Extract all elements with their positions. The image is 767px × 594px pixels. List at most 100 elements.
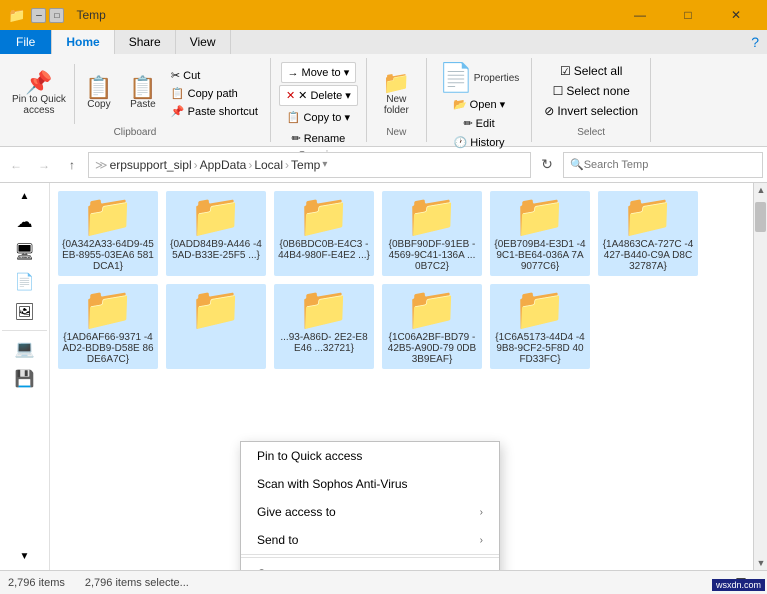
list-item[interactable]: 📁 {0ADD84B9-A446 -45AD-B33E-25F5 ...} bbox=[166, 191, 266, 276]
sidebar-divider bbox=[2, 330, 47, 331]
new-folder-btn[interactable]: 📁 Newfolder bbox=[376, 70, 416, 118]
ctx-give-access[interactable]: Give access to › bbox=[241, 498, 499, 526]
close-btn[interactable]: ✕ bbox=[713, 0, 759, 30]
path-appdata[interactable]: AppData bbox=[200, 158, 247, 172]
sidebar-docs-item[interactable]: 📄 bbox=[2, 268, 47, 296]
ribbon-body: 📌 Pin to Quickaccess 📋 Copy 📋 Paste ✂ Cu… bbox=[0, 54, 767, 146]
folder-icon: 📁 bbox=[82, 195, 134, 237]
tab-home[interactable]: Home bbox=[52, 30, 114, 54]
history-btn[interactable]: 🕐 History bbox=[450, 134, 509, 151]
copy-to-btn[interactable]: 📋 Copy to ▾ bbox=[281, 108, 356, 127]
copy-btn[interactable]: 📋 Copy bbox=[79, 75, 119, 112]
sidebar-desktop-item[interactable]: 🖥 bbox=[2, 238, 47, 266]
open-items: 📄 Properties 📂 Open ▾ ✏ Edit 🕐 History bbox=[435, 62, 523, 151]
path-temp[interactable]: Temp bbox=[291, 158, 320, 172]
path-dropdown-arrow[interactable]: ▾ bbox=[322, 159, 327, 170]
folder-name: {0EB709B4-E3D1 -49C1-BE64-036A 7A9077C6} bbox=[494, 239, 586, 272]
tab-view[interactable]: View bbox=[176, 30, 231, 54]
copy-path-btn[interactable]: 📋 Copy path bbox=[167, 85, 262, 102]
maximize-btn[interactable]: □ bbox=[665, 0, 711, 30]
main-area: ▲ ☁ 🖥 📄 🖼 💻 💾 ▼ 📁 {0A bbox=[0, 183, 767, 570]
clipboard-items: 📌 Pin to Quickaccess 📋 Copy 📋 Paste ✂ Cu… bbox=[8, 62, 262, 125]
paste-btn[interactable]: 📋 Paste bbox=[123, 75, 163, 112]
folder-icon: 📁 bbox=[406, 288, 458, 330]
path-erpsupport[interactable]: erpsupport_sipl bbox=[110, 158, 192, 172]
sidebar-cloud-item[interactable]: ☁ bbox=[2, 208, 47, 236]
sidebar-local-item[interactable]: 💾 bbox=[2, 365, 47, 393]
desktop-icon: 🖥 bbox=[14, 242, 34, 262]
history-icon: 🕐 bbox=[454, 136, 468, 149]
paste-shortcut-btn[interactable]: 📌 Paste shortcut bbox=[167, 103, 262, 120]
path-local[interactable]: Local bbox=[254, 158, 283, 172]
move-to-btn[interactable]: → Move to ▾ bbox=[281, 62, 357, 83]
ctx-send-to-label: Send to bbox=[257, 533, 298, 547]
back-btn[interactable]: ← bbox=[4, 153, 28, 177]
scroll-thumb[interactable] bbox=[755, 202, 766, 232]
folder-icon: 📁 bbox=[622, 195, 674, 237]
list-item[interactable]: 📁 {1A4863CA-727C -4427-B440-C9A D8C32787… bbox=[598, 191, 698, 276]
folder-name: {0BBF90DF-91EB -4569-9C41-136A ...0B7C2} bbox=[386, 239, 478, 272]
folder-icon-title: 📁 bbox=[8, 7, 25, 24]
scroll-down-btn[interactable]: ▼ bbox=[754, 556, 767, 570]
refresh-btn[interactable]: ↻ bbox=[535, 153, 559, 177]
pin-quick-access-btn[interactable]: 📌 Pin to Quickaccess bbox=[8, 70, 70, 118]
clipboard-small-btns: ✂ Cut 📋 Copy path 📌 Paste shortcut bbox=[167, 67, 262, 120]
sidebar-expand-down-btn[interactable]: ▼ bbox=[2, 547, 47, 566]
sidebar-pc-item[interactable]: 💻 bbox=[2, 335, 47, 363]
folder-icon: 📁 bbox=[298, 288, 350, 330]
list-item[interactable]: 📁 {0B6BDC0B-E4C3 -44B4-980F-E4E2 ...} bbox=[274, 191, 374, 276]
address-path[interactable]: ≫ erpsupport_sipl › AppData › Local › Te… bbox=[88, 152, 531, 178]
tab-file[interactable]: File bbox=[0, 30, 52, 54]
list-item[interactable]: 📁 {0A342A33-64D9-45EB-8955-03EA6 581DCA1… bbox=[58, 191, 158, 276]
help-icon[interactable]: ? bbox=[751, 34, 759, 50]
sidebar-pics-item[interactable]: 🖼 bbox=[2, 298, 47, 326]
ctx-send-to[interactable]: Send to › bbox=[241, 526, 499, 555]
list-item[interactable]: 📁 ...93-A86D- 2E2-E8E46 ...32721} bbox=[274, 284, 374, 369]
minimize-btn[interactable]: — bbox=[617, 0, 663, 30]
ctx-pin-quick-access[interactable]: Pin to Quick access bbox=[241, 442, 499, 470]
list-item[interactable]: 📁 {0EB709B4-E3D1 -49C1-BE64-036A 7A9077C… bbox=[490, 191, 590, 276]
ctx-cut[interactable]: Cut bbox=[241, 560, 499, 570]
address-bar: ← → ↑ ≫ erpsupport_sipl › AppData › Loca… bbox=[0, 147, 767, 183]
win-min-btn[interactable]: ─ bbox=[31, 8, 46, 23]
properties-btn[interactable]: 📄 Properties bbox=[435, 62, 523, 94]
selected-count: 2,796 items selecte... bbox=[85, 577, 189, 589]
ribbon: File Home Share View ? 📌 Pin to Quickacc… bbox=[0, 30, 767, 147]
edit-btn[interactable]: ✏ Edit bbox=[459, 115, 498, 132]
delete-ribbon-btn[interactable]: ✕ ✕ Delete ▾ bbox=[279, 85, 358, 106]
copy-icon: 📋 bbox=[85, 77, 112, 99]
scroll-up-btn[interactable]: ▲ bbox=[754, 183, 767, 197]
search-input[interactable] bbox=[584, 159, 756, 171]
up-btn[interactable]: ↑ bbox=[60, 153, 84, 177]
pin-icon: 📌 bbox=[25, 72, 52, 94]
rename-icon: ✏ bbox=[291, 132, 300, 145]
open-group: 📄 Properties 📂 Open ▾ ✏ Edit 🕐 History O… bbox=[427, 58, 532, 142]
list-item[interactable]: 📁 {0BBF90DF-91EB -4569-9C41-136A ...0B7C… bbox=[382, 191, 482, 276]
forward-btn[interactable]: → bbox=[32, 153, 56, 177]
path-chevron-0: ≫ bbox=[95, 158, 108, 172]
list-item[interactable]: 📁 {1AD6AF66-9371 -4AD2-BDB9-D58E 86DE6A7… bbox=[58, 284, 158, 369]
select-none-btn[interactable]: ☐ Select none bbox=[549, 82, 634, 100]
items-count: 2,796 items bbox=[8, 577, 65, 589]
list-item[interactable]: 📁 bbox=[166, 284, 266, 369]
new-group: 📁 Newfolder New bbox=[367, 58, 427, 142]
list-item[interactable]: 📁 {1C6A5173-44D4 -49B8-9CF2-5F8D 40FD33F… bbox=[490, 284, 590, 369]
win-max-btn[interactable]: □ bbox=[49, 8, 64, 23]
invert-selection-btn[interactable]: ⊘ Invert selection bbox=[540, 102, 642, 120]
rename-btn[interactable]: ✏ Rename bbox=[285, 129, 351, 148]
paste-icon: 📋 bbox=[129, 77, 156, 99]
scroll-track[interactable] bbox=[754, 197, 767, 556]
open-btn[interactable]: 📂 Open ▾ bbox=[449, 96, 509, 113]
cut-btn[interactable]: ✂ Cut bbox=[167, 67, 262, 84]
list-item[interactable]: 📁 {1C06A2BF-BD79 -42B5-A90D-79 0DB3B9EAF… bbox=[382, 284, 482, 369]
tab-share[interactable]: Share bbox=[115, 30, 176, 54]
sidebar-expand-btn[interactable]: ▲ bbox=[2, 187, 47, 206]
paste-shortcut-icon: 📌 bbox=[171, 105, 185, 118]
ctx-scan-sophos[interactable]: Scan with Sophos Anti-Virus bbox=[241, 470, 499, 498]
select-all-btn[interactable]: ☑ Select all bbox=[556, 62, 626, 80]
folder-name: ...93-A86D- 2E2-E8E46 ...32721} bbox=[278, 332, 370, 354]
cloud-icon: ☁ bbox=[17, 212, 33, 232]
copy-to-icon: 📋 bbox=[287, 111, 301, 124]
path-sep-2: › bbox=[248, 158, 252, 172]
docs-icon: 📄 bbox=[15, 272, 35, 292]
